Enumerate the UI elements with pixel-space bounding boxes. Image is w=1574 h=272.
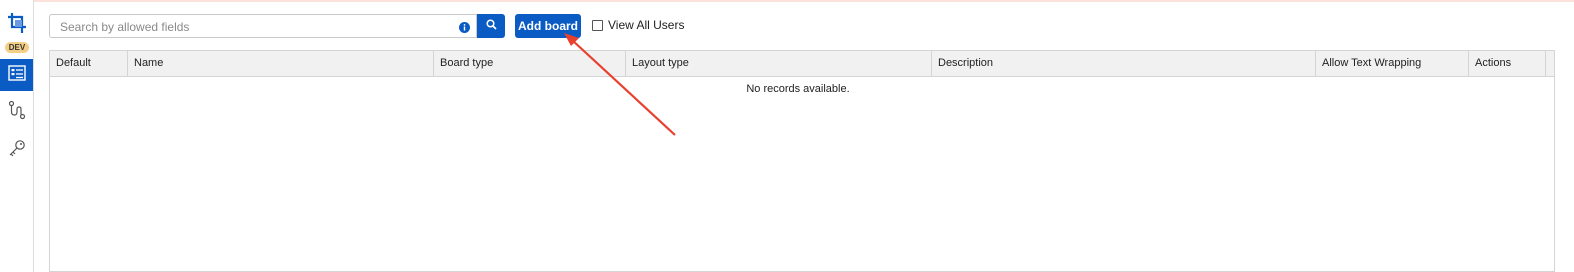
environment-badge: DEV: [5, 42, 29, 53]
column-header-name[interactable]: Name: [128, 51, 434, 76]
add-board-button[interactable]: Add board: [515, 14, 581, 38]
sidebar: DEV: [0, 0, 34, 272]
boards-list-icon: [7, 64, 26, 86]
view-all-users-toggle[interactable]: View All Users: [592, 18, 684, 32]
workflow-icon: [8, 100, 26, 125]
column-header-description[interactable]: Description: [932, 51, 1316, 76]
key-icon: [8, 139, 26, 162]
column-header-layout-type[interactable]: Layout type: [626, 51, 932, 76]
sidebar-item-keys[interactable]: [0, 134, 33, 166]
column-header-board-type[interactable]: Board type: [434, 51, 626, 76]
search-input[interactable]: [58, 15, 462, 39]
empty-state-message: No records available.: [746, 83, 850, 95]
sidebar-item-boards[interactable]: [0, 59, 33, 91]
crop-logo-icon[interactable]: [7, 12, 27, 34]
column-header-allow-text-wrapping[interactable]: Allow Text Wrapping: [1316, 51, 1469, 76]
column-header-actions[interactable]: Actions: [1469, 51, 1546, 76]
top-border: [0, 0, 1574, 2]
column-header-default[interactable]: Default: [50, 51, 128, 76]
view-all-users-label: View All Users: [608, 18, 685, 32]
grid-header: Default Name Board type Layout type Desc…: [50, 51, 1554, 77]
view-all-users-checkbox[interactable]: [592, 19, 603, 31]
info-icon[interactable]: [459, 20, 470, 33]
sidebar-item-workflow[interactable]: [0, 96, 33, 128]
search-button[interactable]: [477, 14, 505, 38]
boards-grid: Default Name Board type Layout type Desc…: [49, 50, 1555, 272]
search-icon: [485, 17, 497, 35]
search-field: [49, 14, 477, 39]
